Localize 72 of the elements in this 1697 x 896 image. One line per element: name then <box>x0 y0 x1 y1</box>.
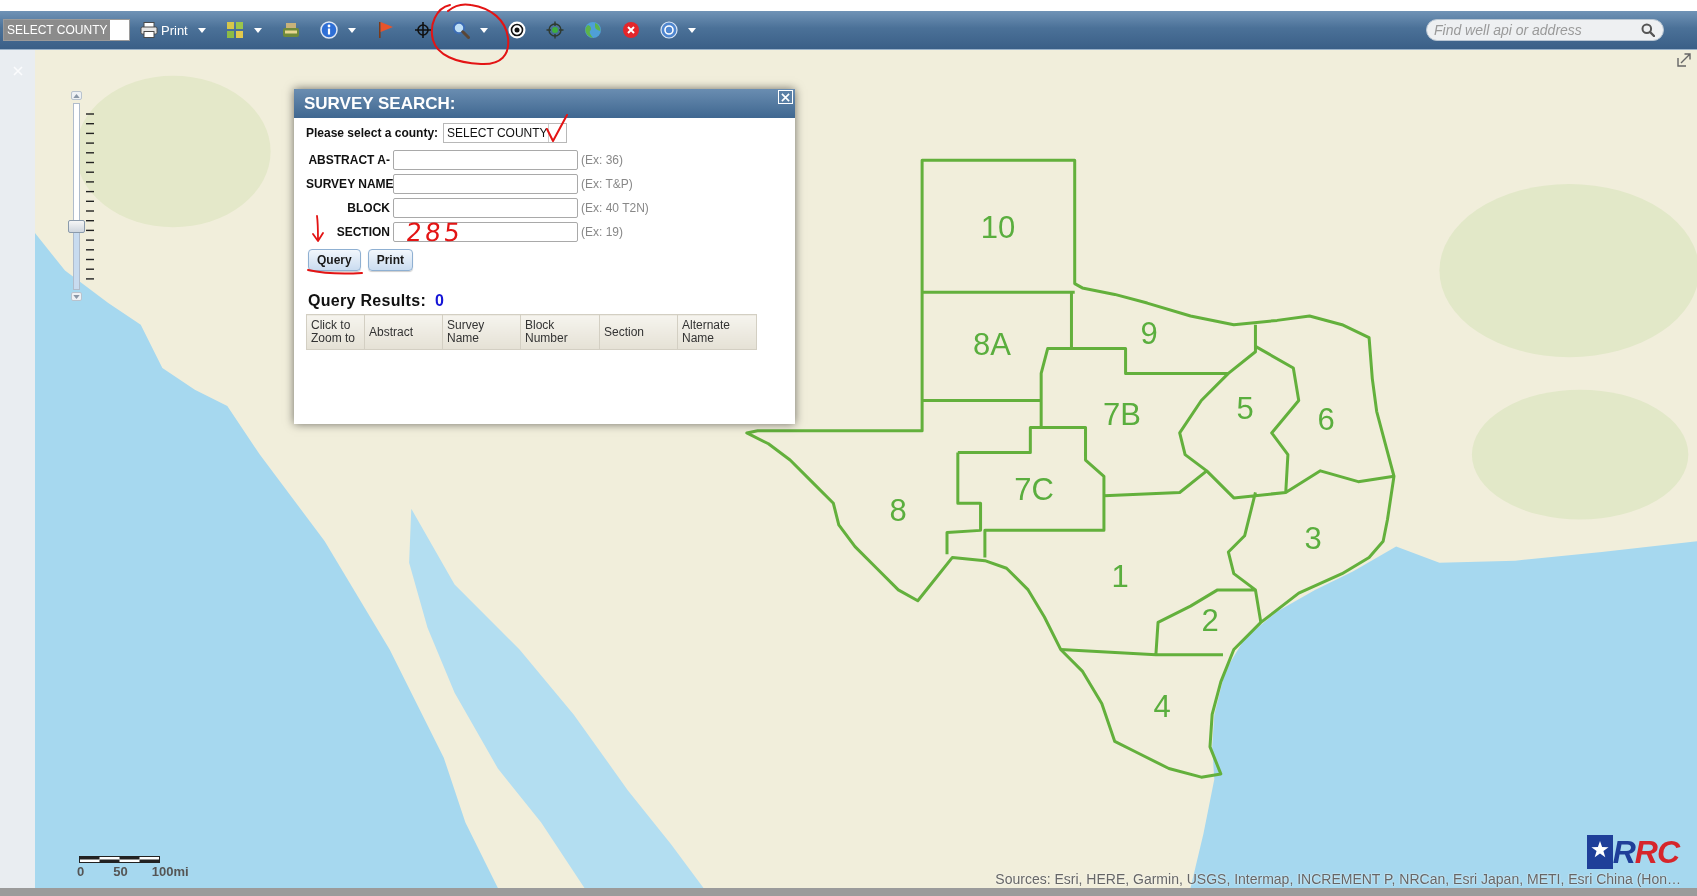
grid-icon <box>225 21 244 39</box>
handwritten-note: 285 <box>404 220 465 246</box>
zoom-slider-track[interactable] <box>68 103 85 290</box>
close-icon <box>781 92 790 102</box>
scale-label: 50 <box>113 864 128 879</box>
search-field[interactable]: Find well api or address <box>1426 19 1664 41</box>
results-count: 0 <box>435 292 444 310</box>
scale-label: 0 <box>77 864 85 879</box>
crosshair-icon <box>545 21 564 39</box>
column-header: Click to Zoom to <box>306 314 365 350</box>
checkmark-icon <box>545 113 569 143</box>
search-icon <box>451 21 470 39</box>
crosshair-icon <box>413 21 432 39</box>
caret-icon <box>347 27 356 33</box>
district-label: 8A <box>973 328 1011 360</box>
globe-icon <box>583 21 602 39</box>
district-label: 8 <box>889 494 907 526</box>
column-header: Block Number <box>520 314 600 350</box>
query-button[interactable]: Query <box>308 249 361 271</box>
field-label: BLOCK <box>346 201 390 215</box>
district-label: 9 <box>1140 317 1158 349</box>
input-field[interactable] <box>393 198 578 218</box>
zoom-out-button[interactable] <box>71 292 82 301</box>
down-arrow-icon <box>311 215 325 243</box>
county-label: Please select a county: <box>306 126 439 140</box>
caret-icon <box>253 27 262 33</box>
help-icon <box>659 21 678 39</box>
results-label: Query Results: <box>308 292 426 310</box>
district-label: 7C <box>1014 473 1054 505</box>
hint-text: (Ex: 40 T2N) <box>581 201 649 215</box>
dialog-title: SURVEY SEARCH: <box>304 93 456 114</box>
caret-icon <box>479 27 488 33</box>
target-icon <box>507 21 526 39</box>
column-header: Survey Name <box>442 314 521 350</box>
printer-icon <box>140 21 158 39</box>
hint-text: (Ex: T&P) <box>581 177 633 191</box>
expand-icon[interactable] <box>1677 53 1691 67</box>
county-select[interactable]: SELECT COUNTY <box>443 123 568 143</box>
logo-text: RRC <box>1612 835 1681 869</box>
district-label: 10 <box>980 211 1016 243</box>
input-field[interactable] <box>393 174 578 194</box>
zoom-in-button[interactable] <box>71 91 82 100</box>
field-label: ABSTRACT A- <box>307 153 390 167</box>
scale-label: 100mi <box>151 864 189 879</box>
input-field[interactable] <box>393 222 578 242</box>
field-label: SECTION <box>335 225 390 239</box>
district-label: 3 <box>1304 522 1322 554</box>
print-button[interactable]: Print <box>130 11 216 49</box>
district-label: 4 <box>1153 690 1171 722</box>
info-icon <box>319 21 338 39</box>
district-label: 2 <box>1201 604 1219 636</box>
column-header: Alternate Name <box>677 314 757 350</box>
handwritten-underline <box>306 268 364 276</box>
district-label: 6 <box>1317 403 1335 435</box>
column-header: Abstract <box>364 314 443 350</box>
caret-icon <box>687 27 696 33</box>
printer-icon <box>281 21 300 39</box>
district-label: 5 <box>1236 392 1254 424</box>
up-arrow-icon <box>73 93 80 98</box>
close-button[interactable] <box>778 90 793 104</box>
district-label: 7B <box>1103 398 1141 430</box>
print-button[interactable]: Print <box>367 249 414 271</box>
district-label: 1 <box>1111 560 1129 592</box>
hint-text: (Ex: 19) <box>581 225 623 239</box>
down-arrow-icon <box>73 294 80 299</box>
input-field[interactable] <box>393 150 578 170</box>
caret-icon <box>197 27 206 33</box>
hint-text: (Ex: 36) <box>581 153 623 167</box>
attribution-text: Sources: Esri, HERE, Garmin, USGS, Intermap, INCREMENT P, NRCan, Esri Japan, METI, Esri China (Hon… <box>995 871 1681 887</box>
column-header: Section <box>599 314 678 350</box>
close-icon <box>621 21 640 39</box>
search-icon[interactable] <box>1641 23 1655 37</box>
